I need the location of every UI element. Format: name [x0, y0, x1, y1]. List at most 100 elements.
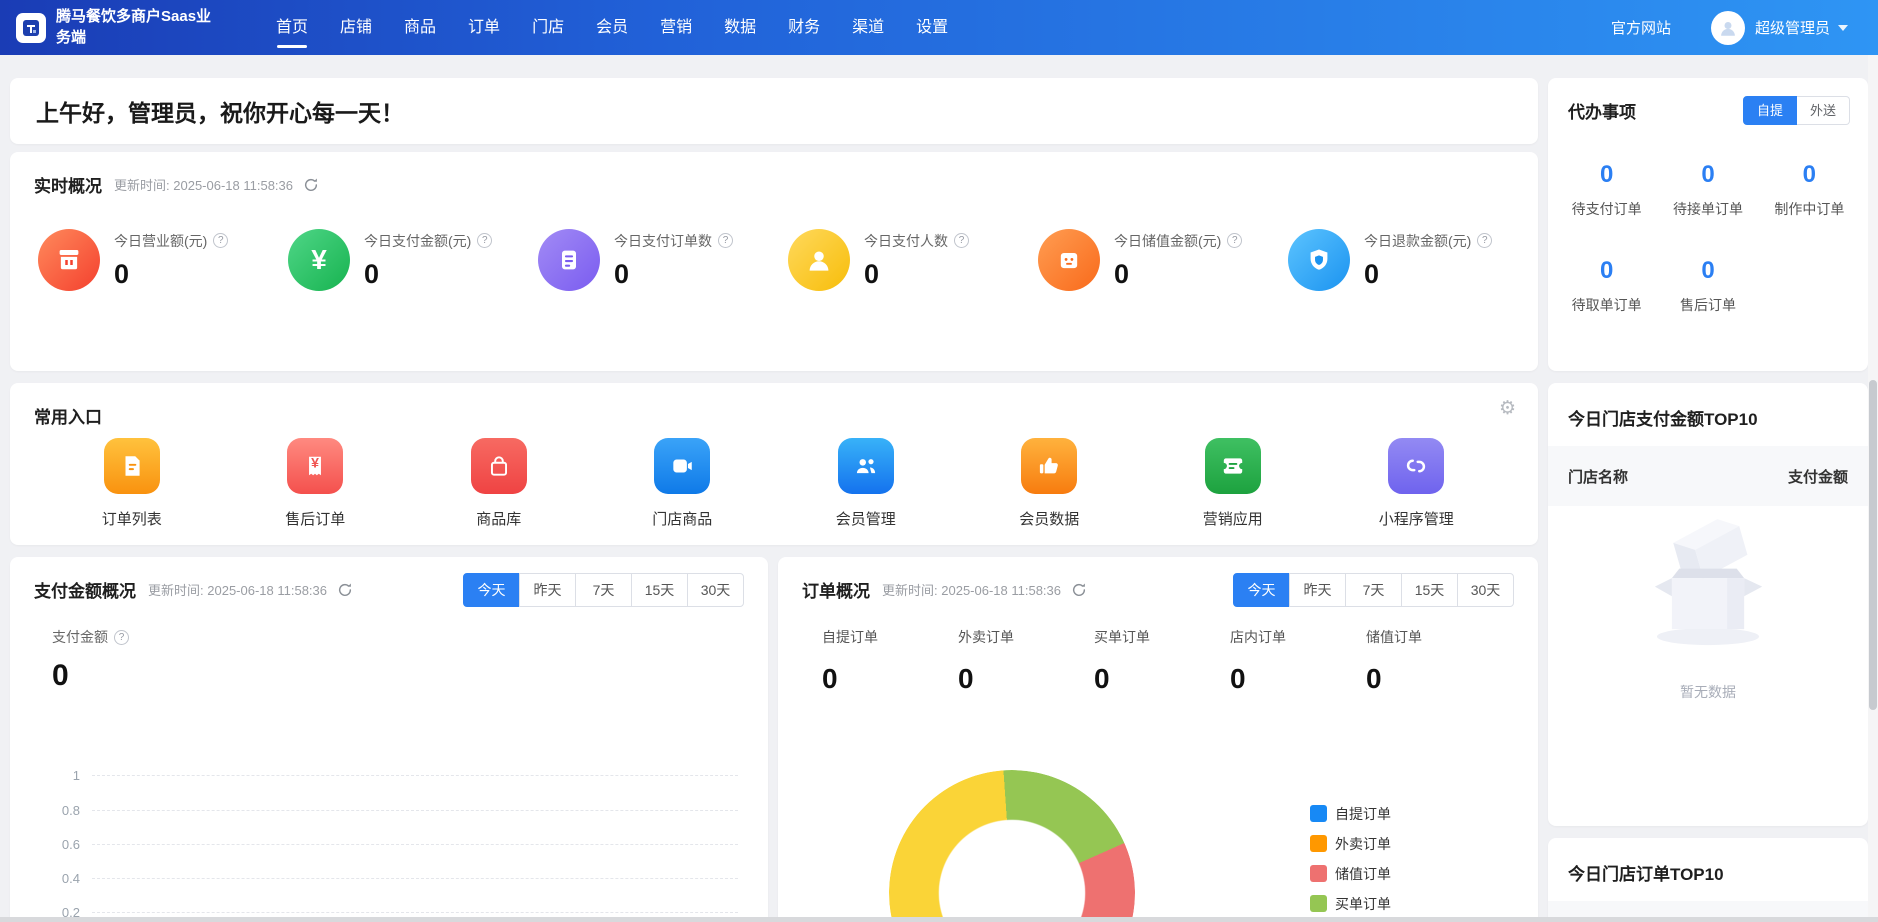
nav-item-stores[interactable]: 门店	[516, 0, 580, 55]
shield-icon	[1288, 229, 1350, 291]
nav-item-marketing[interactable]: 营销	[644, 0, 708, 55]
stat-value: 0	[1230, 663, 1366, 695]
legend-item-storedvalue[interactable]: 储值订单	[1310, 865, 1391, 882]
entry-miniprogram-management[interactable]: 小程序管理	[1351, 438, 1481, 529]
tab-7days[interactable]: 7天	[1345, 573, 1402, 607]
help-icon[interactable]: ?	[114, 630, 129, 645]
legend-item-delivery[interactable]: 外卖订单	[1310, 835, 1391, 852]
navbar-right: 官方网站 超级管理员	[1611, 11, 1848, 45]
legend-swatch	[1310, 865, 1327, 882]
stat-label: 今日营业额(元)	[114, 231, 207, 251]
help-icon[interactable]: ?	[718, 233, 733, 248]
todo-item[interactable]: 0 待取单订单	[1556, 257, 1657, 315]
vertical-scrollbar-thumb[interactable]	[1869, 380, 1877, 710]
realtime-overview-card: 实时概况 更新时间: 2025-06-18 11:58:36 今日营业额(元) …	[10, 152, 1538, 371]
tab-15days[interactable]: 15天	[1401, 573, 1458, 607]
nav-item-goods[interactable]: 商品	[388, 0, 452, 55]
avatar[interactable]	[1711, 11, 1745, 45]
toggle-delivery[interactable]: 外送	[1797, 96, 1850, 125]
refresh-icon[interactable]	[303, 177, 319, 193]
payment-range-tabs: 今天 昨天 7天 15天 30天	[463, 573, 744, 607]
entry-label: 小程序管理	[1379, 508, 1454, 529]
nav-item-data[interactable]: 数据	[708, 0, 772, 55]
todo-item[interactable]: 0 售后订单	[1657, 257, 1758, 315]
gridline	[92, 810, 738, 811]
nav-item-channels[interactable]: 渠道	[836, 0, 900, 55]
help-icon[interactable]: ?	[477, 233, 492, 248]
greeting-text: 上午好，管理员，祝你开心每一天！	[36, 94, 404, 128]
vertical-scrollbar[interactable]	[1868, 55, 1878, 922]
tab-30days[interactable]: 30天	[687, 573, 744, 607]
legend-item-pickup[interactable]: 自提订单	[1310, 805, 1391, 822]
nav-item-settings[interactable]: 设置	[900, 0, 964, 55]
gridline	[92, 878, 738, 879]
todo-item[interactable]: 0 制作中订单	[1759, 161, 1860, 219]
refresh-icon[interactable]	[1071, 582, 1087, 598]
realtime-stats-row: 今日营业额(元) ? 0 ¥ 今日支付金额(元) ? 0 今日支付订单数 ? 0	[10, 229, 1538, 291]
legend-label: 买单订单	[1335, 894, 1391, 914]
nav-item-orders[interactable]: 订单	[452, 0, 516, 55]
tab-7days[interactable]: 7天	[575, 573, 632, 607]
refresh-icon[interactable]	[337, 582, 353, 598]
help-icon[interactable]: ?	[1227, 233, 1242, 248]
toggle-pickup[interactable]: 自提	[1743, 96, 1797, 125]
gear-icon[interactable]: ⚙	[1499, 399, 1516, 418]
order-list-icon	[104, 438, 160, 494]
entry-member-data[interactable]: 会员数据	[984, 438, 1114, 529]
stat-today-stored-value: 今日储值金额(元) ? 0	[1024, 229, 1274, 291]
wallet-icon	[1038, 229, 1100, 291]
yen-icon: ¥	[288, 229, 350, 291]
user-menu[interactable]: 超级管理员	[1755, 17, 1830, 38]
marketing-ticket-icon	[1205, 438, 1261, 494]
stat-label: 今日支付金额(元)	[364, 231, 471, 251]
update-time-value: 2025-06-18 11:58:36	[941, 583, 1061, 598]
entry-label: 订单列表	[102, 508, 162, 529]
main-nav: 首页 店铺 商品 订单 门店 会员 营销 数据 财务 渠道 设置	[260, 0, 964, 55]
entry-order-list[interactable]: 订单列表	[67, 438, 197, 529]
nav-item-finance[interactable]: 财务	[772, 0, 836, 55]
legend-item-paybill[interactable]: 买单订单	[1310, 895, 1391, 912]
tab-today[interactable]: 今天	[1233, 573, 1290, 607]
todo-label: 售后订单	[1657, 295, 1758, 315]
help-icon[interactable]: ?	[1477, 233, 1492, 248]
entry-label: 门店商品	[652, 508, 712, 529]
top10-payment-panel: 今日门店支付金额TOP10 门店名称 支付金额 暂无数据	[1548, 383, 1868, 826]
official-website-link[interactable]: 官方网站	[1611, 17, 1671, 38]
todo-value: 0	[1556, 161, 1657, 189]
todo-item[interactable]: 0 待支付订单	[1556, 161, 1657, 219]
todo-value: 0	[1556, 257, 1657, 285]
tab-30days[interactable]: 30天	[1457, 573, 1514, 607]
todo-item[interactable]: 0 待接单订单	[1657, 161, 1758, 219]
nav-item-home[interactable]: 首页	[260, 0, 324, 55]
column-payment-amount: 支付金额	[1788, 466, 1848, 487]
stat-today-paid-orders: 今日支付订单数 ? 0	[524, 229, 774, 291]
horizontal-scrollbar[interactable]	[0, 917, 1878, 922]
tab-today[interactable]: 今天	[463, 573, 520, 607]
stat-today-paying-users: 今日支付人数 ? 0	[774, 229, 1024, 291]
stat-label: 今日支付人数	[864, 231, 948, 251]
miniprogram-icon	[1388, 438, 1444, 494]
empty-box-illustration	[1623, 501, 1793, 651]
entry-member-management[interactable]: 会员管理	[801, 438, 931, 529]
entry-marketing-apps[interactable]: 营销应用	[1168, 438, 1298, 529]
update-time-value: 2025-06-18 11:58:36	[173, 178, 293, 193]
order-overview-title: 订单概况	[802, 577, 870, 602]
entry-goods-library[interactable]: 商品库	[434, 438, 564, 529]
tab-yesterday[interactable]: 昨天	[519, 573, 576, 607]
nav-item-members[interactable]: 会员	[580, 0, 644, 55]
section-title: 实时概况	[34, 172, 102, 197]
help-icon[interactable]: ?	[213, 233, 228, 248]
help-icon[interactable]: ?	[954, 233, 969, 248]
entry-after-sale-orders[interactable]: ¥ 售后订单	[250, 438, 380, 529]
todo-toggle: 自提 外送	[1743, 96, 1850, 125]
tab-yesterday[interactable]: 昨天	[1289, 573, 1346, 607]
todo-panel: 代办事项 自提 外送 0 待支付订单 0 待接单订单 0 制作中订单 0 待取单…	[1548, 78, 1868, 371]
gridline	[92, 844, 738, 845]
chevron-down-icon[interactable]	[1838, 25, 1848, 31]
nav-item-shop[interactable]: 店铺	[324, 0, 388, 55]
tab-15days[interactable]: 15天	[631, 573, 688, 607]
todo-label: 制作中订单	[1759, 199, 1860, 219]
gridline	[92, 775, 738, 776]
todo-label: 待取单订单	[1556, 295, 1657, 315]
entry-store-goods[interactable]: 门店商品	[617, 438, 747, 529]
